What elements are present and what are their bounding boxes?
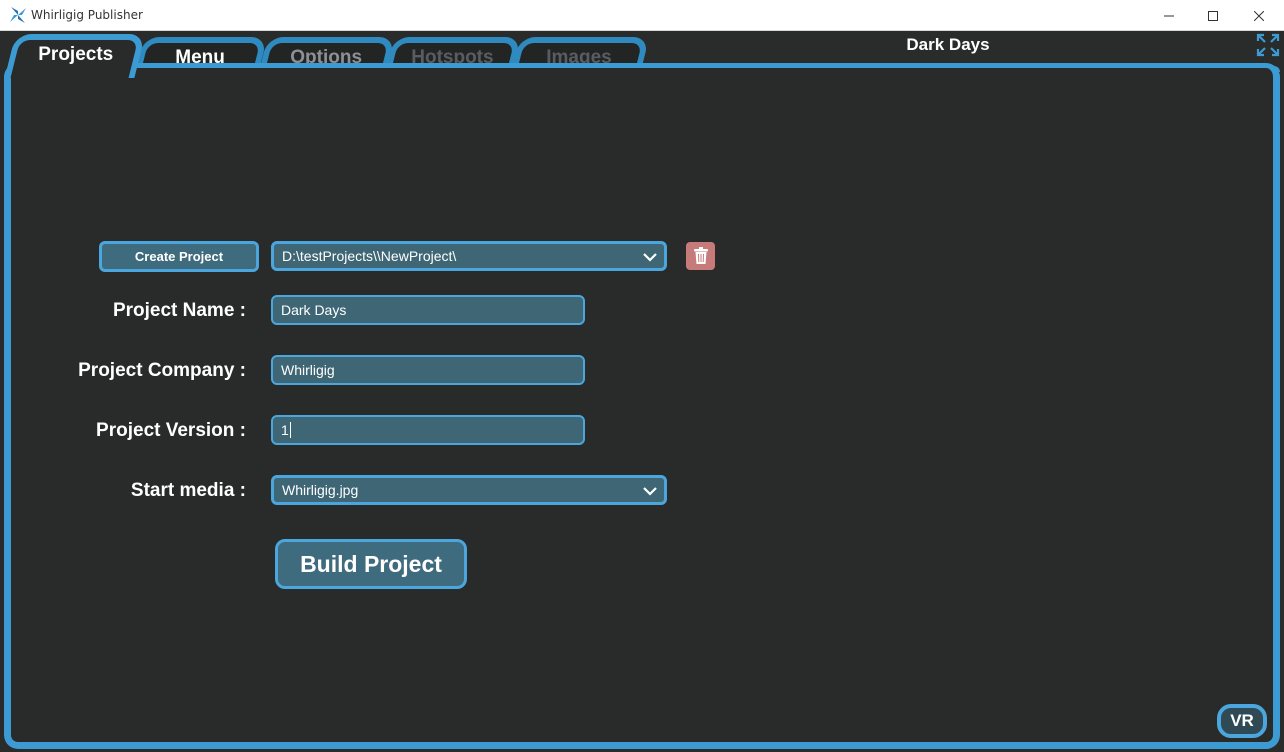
maximize-button[interactable] xyxy=(1190,0,1236,31)
delete-project-button[interactable] xyxy=(686,242,715,270)
project-version-label: Project Version : xyxy=(96,420,246,441)
project-company-label: Project Company : xyxy=(78,360,246,381)
minimize-button[interactable] xyxy=(1146,0,1192,31)
chevron-down-icon xyxy=(643,253,657,262)
pinwheel-logo-icon xyxy=(10,7,26,23)
current-project-title: Dark Days xyxy=(906,35,990,54)
start-media-dropdown[interactable]: Whirligig.jpg xyxy=(271,475,667,505)
app-area: Images Hotspots Options Menu Create Proj… xyxy=(0,31,1284,752)
project-version-input[interactable]: 1 xyxy=(271,415,585,445)
project-name-input[interactable]: Dark Days xyxy=(271,295,585,325)
window-title: Whirligig Publisher xyxy=(31,8,143,22)
window-title-bar: Whirligig Publisher xyxy=(0,0,1284,31)
maximize-icon xyxy=(1208,10,1218,21)
close-icon xyxy=(1254,10,1264,21)
project-company-input[interactable]: Whirligig xyxy=(271,355,585,385)
tab-projects-label: Projects xyxy=(37,44,113,65)
chevron-down-icon xyxy=(643,487,657,496)
close-button[interactable] xyxy=(1236,0,1282,31)
tab-projects[interactable]: Projects xyxy=(4,34,146,78)
project-version-value: 1 xyxy=(281,422,289,438)
fullscreen-expand-icon[interactable] xyxy=(1256,33,1280,57)
start-media-label: Start media : xyxy=(130,480,246,501)
start-media-value: Whirligig.jpg xyxy=(282,482,359,498)
project-path-dropdown[interactable]: D:\testProjects\\NewProject\ xyxy=(271,241,667,271)
vr-button[interactable]: VR xyxy=(1217,704,1267,738)
create-project-button[interactable]: Create Project xyxy=(99,241,259,272)
build-project-button[interactable]: Build Project xyxy=(275,539,467,589)
projects-panel: Create Project D:\testProjects\\NewProje… xyxy=(4,63,1280,749)
minimize-icon xyxy=(1164,15,1174,16)
project-path-value: D:\testProjects\\NewProject\ xyxy=(282,248,457,264)
text-cursor xyxy=(289,422,291,438)
trash-icon xyxy=(693,247,708,264)
project-name-label: Project Name : xyxy=(112,300,246,321)
